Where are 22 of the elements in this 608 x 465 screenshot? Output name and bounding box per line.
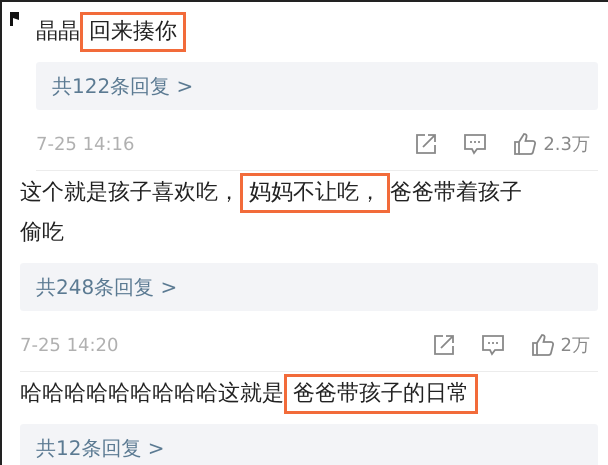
- comment-icon[interactable]: [480, 334, 505, 356]
- comment-text: 这个就是孩子喜欢吃，: [20, 179, 240, 207]
- share-icon[interactable]: [415, 133, 438, 155]
- comment-icon[interactable]: [463, 133, 488, 155]
- comment-time: 7-25 14:16: [36, 134, 136, 154]
- share-icon[interactable]: [432, 334, 455, 356]
- thumbs-up-icon[interactable]: [530, 333, 555, 357]
- replies-link[interactable]: 共122条回复 >: [36, 62, 598, 110]
- comment-text: 哈哈哈哈哈哈哈哈哈这就是: [20, 380, 284, 408]
- replies-link[interactable]: 共12条回复 >: [20, 424, 598, 465]
- highlighted-text: 爸爸带孩子的日常: [284, 374, 478, 414]
- comment-text: 偷吃: [20, 219, 64, 247]
- thumbs-up-icon[interactable]: [513, 132, 538, 156]
- comment-text: 爸爸带着孩子: [390, 179, 522, 207]
- like-count: 2.3万: [543, 133, 590, 156]
- like-count: 2万: [560, 334, 590, 357]
- comment-time: 7-25 14:20: [20, 334, 120, 356]
- highlighted-text: 妈妈不让吃，: [240, 173, 390, 213]
- highlighted-text: 回来揍你: [80, 12, 186, 52]
- replies-link[interactable]: 共248条回复 >: [20, 263, 598, 311]
- flag-icon: [10, 12, 19, 26]
- comment-text: 晶晶: [36, 18, 80, 46]
